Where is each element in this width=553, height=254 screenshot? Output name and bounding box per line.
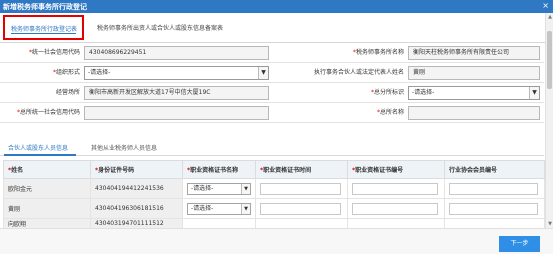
org-form-value: -请选择- [88,69,111,76]
hq-name-label: *总所名称 [376,109,404,116]
table-header-row: *姓名 *身份证件号码 *职业资格证书名称 *职业资格证书时间 *职业资格证书编… [3,160,545,179]
member-tab-bar: 合伙人或股东人员信息 其他从业税务师人员信息 [0,139,544,156]
col-cert-date: *职业资格证书时间 [255,160,348,179]
branch-flag-label: *总分所标识 [370,89,404,96]
cell-cert-number [347,178,445,199]
cert-number-input[interactable] [352,203,438,215]
tab-underline [4,154,76,156]
chevron-down-icon: ▼ [241,184,250,194]
cell-cert-name: -请选择- ▼ [182,198,256,219]
scroll-down-icon[interactable]: ▼ [546,220,553,228]
close-icon[interactable]: × [542,1,549,11]
cert-number-input[interactable] [352,183,438,195]
form-row: *总所统一社会信用代码 *总所名称 [0,103,544,123]
partner-table: *姓名 *身份证件号码 *职业资格证书名称 *职业资格证书时间 *职业资格证书编… [3,160,545,229]
vertical-scrollbar[interactable]: ▲ ▼ [545,13,553,228]
tab-partner-info[interactable]: 合伙人或股东人员信息 [8,143,68,152]
cell-cert-number [347,198,445,219]
tab-partner-filing[interactable]: 税务师事务所出资人或合伙人或股东信息备案表 [97,23,223,32]
cell-id-number: 430403194701111512 [90,218,183,229]
registration-form: *统一社会信用代码 430408696229451 *税务师事务所名称 衡阳天柱… [0,43,544,123]
tab-registration-form[interactable]: 税务师事务所行政登记表 [3,15,84,40]
branch-flag-value: -请选择- [412,89,435,96]
col-name: *姓名 [3,160,91,179]
cell-member-number [444,198,545,219]
next-button[interactable]: 下一步 [499,236,540,252]
cell-member-number[interactable] [444,218,545,229]
cert-date-input[interactable] [260,183,341,195]
scroll-up-icon[interactable]: ▲ [546,13,553,21]
cell-cert-date [255,178,348,199]
cell-name: 黄刚 [3,198,91,219]
branch-flag-select[interactable]: -请选择- ▼ [408,86,540,100]
col-id-number: *身份证件号码 [90,160,183,179]
address-field[interactable]: 衡阳市高新开发区解放大道17号中信大厦19C [84,86,269,100]
rep-name-label: 执行事务合伙人或法定代表人姓名 [313,69,404,76]
cell-id-number: 430404196306181516 [90,198,183,219]
address-label: 经营场所 [55,89,80,96]
table-row: 欧阳金元 430404194412241536 -请选择- ▼ [3,178,545,199]
chevron-down-icon: ▼ [529,87,539,99]
hq-credit-code-field[interactable] [84,106,269,120]
chevron-down-icon: ▼ [258,67,268,79]
tab-underline [11,33,76,34]
cert-date-input[interactable] [260,203,341,215]
cell-cert-name[interactable] [182,218,256,229]
org-form-select[interactable]: -请选择- ▼ [84,66,269,80]
col-cert-name: *职业资格证书名称 [182,160,256,179]
table-row: 黄刚 430404196306181516 -请选择- ▼ [3,198,545,219]
scrollbar-thumb[interactable] [547,31,552,89]
tab-registration-form-label: 税务师事务所行政登记表 [11,26,78,33]
cell-cert-name: -请选择- ▼ [182,178,256,199]
credit-code-field[interactable]: 430408696229451 [84,46,269,60]
hq-name-field[interactable] [408,106,540,120]
col-cert-number: *职业资格证书编号 [347,160,445,179]
cert-name-select[interactable]: -请选择- ▼ [187,183,251,195]
form-row: *统一社会信用代码 430408696229451 *税务师事务所名称 衡阳天柱… [0,43,544,63]
footer-bar: 下一步 [0,228,553,254]
form-row: *组织形式 -请选择- ▼ 执行事务合伙人或法定代表人姓名 黄刚 [0,63,544,83]
cell-name: 欧阳金元 [3,178,91,199]
cell-member-number [444,178,545,199]
form-row: 经营场所 衡阳市高新开发区解放大道17号中信大厦19C *总分所标识 -请选择-… [0,83,544,103]
hq-credit-code-label: *总所统一社会信用代码 [16,109,80,116]
cell-cert-date[interactable] [255,218,348,229]
member-number-input[interactable] [449,203,538,215]
cert-name-select[interactable]: -请选择- ▼ [187,203,251,215]
window-titlebar: 新增税务师事务所行政登记 × [0,0,553,13]
cell-cert-number[interactable] [347,218,445,229]
table-row: 向欧翔 430403194701111512 [3,218,545,229]
col-member-number: 行业协会会员编号 [444,160,545,179]
tab-other-staff[interactable]: 其他从业税务师人员信息 [91,143,157,152]
window-title: 新增税务师事务所行政登记 [3,3,87,11]
member-number-input[interactable] [449,183,538,195]
firm-name-label: *税务师事务所名称 [352,49,404,56]
firm-name-field[interactable]: 衡阳天柱税务师事务所有限责任公司 [408,46,540,60]
rep-name-field[interactable]: 黄刚 [408,66,540,80]
top-tab-bar: 税务师事务所行政登记表 税务师事务所出资人或合伙人或股东信息备案表 [0,13,553,43]
cell-cert-date [255,198,348,219]
credit-code-label: *统一社会信用代码 [28,49,80,56]
org-form-label: *组织形式 [52,69,80,76]
chevron-down-icon: ▼ [241,204,250,214]
cell-name: 向欧翔 [3,218,91,229]
cell-id-number: 430404194412241536 [90,178,183,199]
